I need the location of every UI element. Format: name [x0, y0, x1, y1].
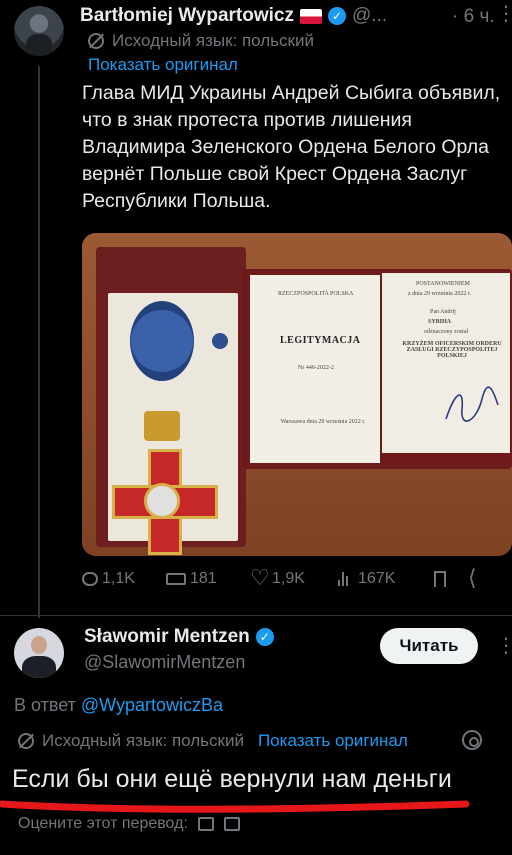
verified-badge-icon: ✓	[327, 7, 346, 25]
follow-button[interactable]: Читать	[380, 628, 478, 664]
avatar[interactable]	[14, 628, 64, 678]
doc-number: Nr 446-2022-2	[298, 365, 334, 371]
tweet-actions: 1,1K 181 1,9K 167K	[82, 565, 502, 591]
divider	[0, 615, 512, 616]
repost-count: 181	[190, 570, 217, 587]
author-name[interactable]: Sławomir Mentzen	[84, 626, 250, 648]
reply-handle-link[interactable]: @WypartowiczBa	[81, 695, 223, 715]
show-original-link[interactable]: Показать оригинал	[258, 731, 408, 751]
more-options-icon[interactable]: ⋮	[496, 4, 512, 24]
doc-award: KRZYŻEM OFICERSKIM ORDERU ZASŁUGI RZECZY…	[402, 341, 502, 359]
eagle-emblem	[144, 483, 180, 519]
author-handle[interactable]: @...	[352, 5, 387, 27]
share-button[interactable]	[468, 565, 494, 591]
verified-badge-icon: ✓	[255, 628, 274, 646]
translation-note: Исходный язык: польский Показать оригина…	[18, 731, 408, 751]
translate-icon	[18, 733, 34, 749]
translation-note: Исходный язык: польский	[88, 31, 314, 51]
repost-icon	[166, 573, 186, 585]
author-handle[interactable]: @SlawomirMentzen	[84, 652, 245, 673]
doc-recipient: SYBIHA	[428, 319, 452, 325]
thumbs-down-icon[interactable]	[223, 817, 240, 831]
doc-title: LEGITYMACJA	[280, 335, 361, 346]
author-name[interactable]: Bartłomiej Wypartowicz	[80, 5, 294, 27]
bookmark-button[interactable]	[434, 571, 470, 587]
medal-clasp	[144, 411, 180, 441]
tweet-timestamp[interactable]: · 6 ч.	[452, 6, 495, 28]
tweet-text: Глава МИД Украины Андрей Сыбига объявил,…	[82, 82, 501, 212]
lapel-pin	[212, 333, 228, 349]
views-count: 167K	[358, 570, 396, 587]
doc-header-left: RZECZPOSPOLITA POLSKA	[278, 291, 354, 297]
rate-label: Оцените этот перевод:	[18, 815, 188, 832]
bookmark-icon	[434, 571, 446, 587]
tweet-text: Если бы они ещё вернули нам деньги	[12, 765, 452, 793]
heart-icon	[250, 565, 270, 591]
red-underline	[0, 800, 470, 813]
signature-icon	[445, 386, 499, 422]
like-button[interactable]: 1,9K	[250, 565, 338, 591]
doc-header-right: POSTANOWIENIEM	[416, 281, 470, 287]
tweet-header: Sławomir Mentzen ✓	[84, 626, 274, 648]
reply-prefix: В ответ	[14, 695, 76, 715]
views-icon	[338, 572, 354, 586]
tweet-header: Bartłomiej Wypartowicz ✓ @...	[80, 5, 387, 27]
rate-translation: Оцените этот перевод:	[18, 815, 240, 833]
share-icon	[468, 565, 486, 591]
reply-context: В ответ @WypartowiczBa	[14, 695, 223, 716]
translate-icon	[88, 33, 104, 49]
like-count: 1,9K	[272, 570, 305, 587]
thread-connector-line	[38, 66, 40, 618]
medal-ribbon	[130, 301, 194, 381]
reply-button[interactable]: 1,1K	[82, 570, 166, 588]
views-button[interactable]: 167K	[338, 570, 434, 588]
doc-recipient-prefix: Pan Andrij	[430, 309, 456, 315]
reply-count: 1,1K	[102, 570, 135, 587]
translation-note-text: Исходный язык: польский	[42, 731, 244, 750]
thumbs-up-icon[interactable]	[197, 817, 214, 831]
more-options-icon[interactable]: ⋮	[496, 633, 512, 658]
reply-icon	[82, 572, 98, 586]
tweet-photo[interactable]: RZECZPOSPOLITA POLSKA LEGITYMACJA Nr 446…	[82, 233, 512, 556]
doc-date-right: z dnia 29 września 2022 r.	[408, 291, 471, 297]
poland-flag-icon	[299, 8, 322, 24]
doc-place-date: Warszawa dnia 29 września 2022 r.	[280, 419, 366, 425]
doc-awarded: odznaczony został	[424, 329, 469, 335]
repost-button[interactable]: 181	[166, 570, 250, 588]
show-original-link[interactable]: Показать оригинал	[88, 55, 238, 75]
avatar[interactable]	[14, 6, 64, 56]
translation-note-text: Исходный язык: польский	[112, 31, 314, 50]
gear-icon[interactable]	[462, 730, 482, 750]
